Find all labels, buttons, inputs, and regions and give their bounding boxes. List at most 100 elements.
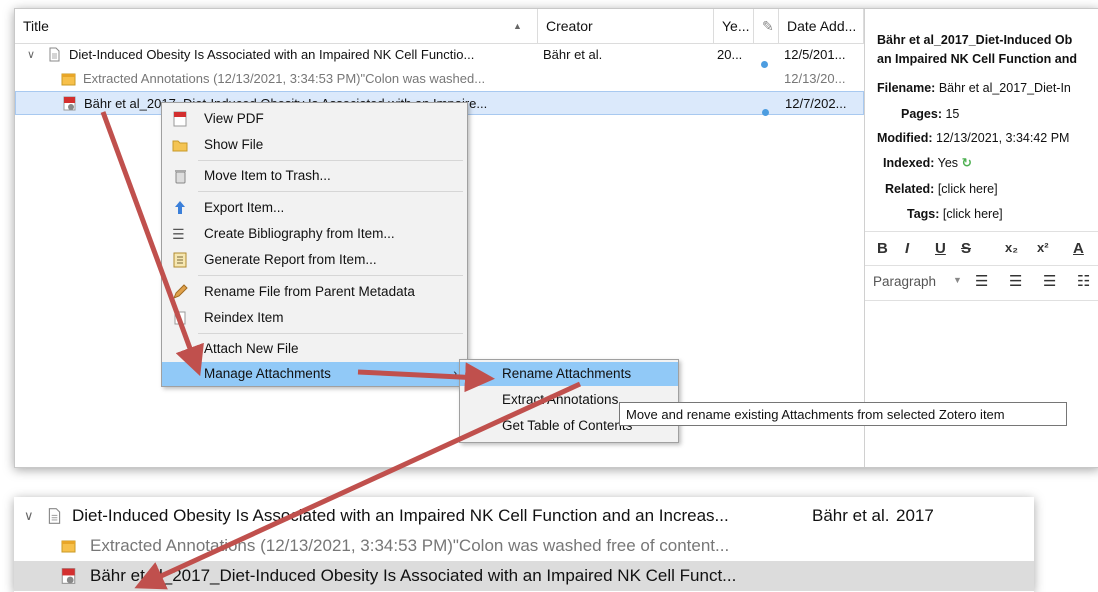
result-note-title: Extracted Annotations (12/13/2021, 3:34:… bbox=[90, 536, 730, 555]
export-arrow-icon bbox=[175, 201, 185, 214]
list-icon[interactable]: ☷ bbox=[1077, 272, 1090, 290]
items-header: Title ▲ Creator Ye... ✎ Date Add... bbox=[15, 9, 864, 44]
menu-item-create-bibliography[interactable]: ☰ Create Bibliography from Item... bbox=[162, 222, 467, 246]
table-row-parent[interactable]: ∨ Diet-Induced Obesity Is Associated wit… bbox=[15, 43, 864, 68]
column-title[interactable]: Title ▲ bbox=[15, 9, 538, 43]
superscript-icon[interactable]: x² bbox=[1037, 240, 1049, 255]
strikethrough-icon[interactable]: S bbox=[961, 240, 971, 257]
trash-icon bbox=[175, 170, 186, 184]
column-date-label: Date Add... bbox=[787, 18, 857, 34]
indexed-label: Indexed: bbox=[883, 156, 935, 170]
item-pane: Bähr et al_2017_Diet-Induced Ob an Impai… bbox=[864, 9, 1098, 467]
menu-item-export[interactable]: Export Item... bbox=[162, 196, 467, 220]
text-color-icon[interactable]: A bbox=[1073, 240, 1084, 257]
tags-link[interactable]: [click here] bbox=[943, 207, 1003, 221]
align-right-icon[interactable]: ☰ bbox=[1043, 272, 1056, 290]
result-parent-year: 2017 bbox=[896, 506, 934, 525]
menu-label: Rename File from Parent Metadata bbox=[204, 284, 415, 299]
pages-value: 15 bbox=[945, 107, 960, 121]
note-title: Extracted Annotations (12/13/2021, 3:34:… bbox=[83, 71, 486, 86]
reindex-icon[interactable]: ↻ bbox=[962, 156, 972, 170]
align-left-icon[interactable]: ☰ bbox=[975, 272, 988, 290]
filename-value[interactable]: Bähr et al_2017_Diet-In bbox=[939, 81, 1071, 95]
paragraph-select[interactable]: Paragraph bbox=[873, 274, 936, 289]
filename-field: Filename: Bähr et al_2017_Diet-In bbox=[877, 81, 1071, 95]
menu-item-view-pdf[interactable]: View PDF bbox=[162, 107, 467, 131]
underline-icon[interactable]: U bbox=[935, 240, 946, 257]
result-panel: ∨ Diet-Induced Obesity Is Associated wit… bbox=[14, 497, 1034, 592]
result-row-attachment[interactable]: Bähr et al_2017_Diet-Induced Obesity Is … bbox=[14, 561, 1034, 591]
document-icon bbox=[49, 47, 60, 62]
sort-ascending-icon: ▲ bbox=[513, 21, 522, 31]
menu-item-show-file[interactable]: Show File bbox=[162, 133, 467, 157]
menu-separator bbox=[198, 191, 463, 192]
parent-date: 12/5/201... bbox=[784, 47, 846, 62]
menu-label: Generate Report from Item... bbox=[204, 252, 377, 267]
note-icon bbox=[61, 540, 76, 553]
menu-label: Rename Attachments bbox=[502, 366, 632, 381]
pdf-attachment-icon bbox=[63, 96, 76, 111]
menu-label: Create Bibliography from Item... bbox=[204, 226, 395, 241]
paperclip-icon[interactable]: ✎ bbox=[754, 9, 779, 43]
column-creator-label: Creator bbox=[546, 18, 593, 34]
column-year[interactable]: Ye... bbox=[714, 9, 754, 43]
filename-label: Filename: bbox=[877, 81, 936, 95]
context-menu: View PDF Show File Move Item to Trash...… bbox=[161, 102, 468, 387]
manage-attachments-submenu: Rename Attachments Extract Annotations G… bbox=[459, 359, 679, 443]
parent-creator: Bähr et al. bbox=[543, 47, 603, 62]
indexed-field: Indexed: Yes ↻ bbox=[883, 155, 972, 170]
reindex-icon bbox=[174, 311, 186, 325]
document-icon bbox=[48, 508, 61, 524]
related-link[interactable]: [click here] bbox=[938, 182, 998, 196]
paragraph-toolbar: Paragraph ▼ ☰ ☰ ☰ ☷ bbox=[865, 265, 1098, 301]
result-row-note[interactable]: Extracted Annotations (12/13/2021, 3:34:… bbox=[14, 531, 1034, 561]
folder-icon bbox=[172, 140, 188, 152]
report-icon bbox=[173, 252, 187, 268]
rename-pencil-icon bbox=[173, 284, 188, 299]
menu-label: Attach New File bbox=[204, 341, 299, 356]
menu-item-generate-report[interactable]: Generate Report from Item... bbox=[162, 248, 467, 272]
item-pane-title-2: an Impaired NK Cell Function and bbox=[877, 52, 1078, 66]
note-date: 12/13/20... bbox=[784, 71, 846, 86]
result-row-parent[interactable]: ∨ Diet-Induced Obesity Is Associated wit… bbox=[14, 501, 1034, 531]
tags-field: Tags: [click here] bbox=[907, 207, 1003, 221]
menu-label: Manage Attachments bbox=[204, 366, 331, 381]
italic-icon[interactable]: I bbox=[905, 240, 909, 257]
menu-item-move-to-trash[interactable]: Move Item to Trash... bbox=[162, 164, 467, 188]
pdf-icon bbox=[173, 111, 187, 127]
align-center-icon[interactable]: ☰ bbox=[1009, 272, 1022, 290]
column-creator[interactable]: Creator bbox=[538, 9, 714, 43]
menu-label: Show File bbox=[204, 137, 264, 152]
format-toolbar: B I U S x₂ x² A bbox=[865, 231, 1098, 266]
result-parent-creator: Bähr et al. bbox=[812, 506, 890, 525]
tags-label: Tags: bbox=[907, 207, 940, 221]
table-row-note[interactable]: Extracted Annotations (12/13/2021, 3:34:… bbox=[15, 67, 864, 91]
chevron-down-icon[interactable]: ∨ bbox=[24, 501, 34, 531]
pages-label: Pages: bbox=[901, 107, 942, 121]
submenu-item-rename-attachments[interactable]: Rename Attachments bbox=[460, 362, 678, 386]
menu-item-manage-attachments[interactable]: Manage Attachments › bbox=[162, 362, 467, 386]
menu-label: Move Item to Trash... bbox=[204, 168, 331, 183]
result-attachment-title: Bähr et al_2017_Diet-Induced Obesity Is … bbox=[90, 566, 737, 585]
menu-label: Get Table of Contents bbox=[502, 418, 633, 433]
chevron-down-icon[interactable]: ∨ bbox=[27, 43, 35, 67]
menu-item-rename-file[interactable]: Rename File from Parent Metadata bbox=[162, 280, 467, 304]
item-pane-title: Bähr et al_2017_Diet-Induced Ob bbox=[877, 33, 1073, 47]
pdf-attachment-icon bbox=[61, 568, 76, 584]
menu-item-reindex[interactable]: Reindex Item bbox=[162, 306, 467, 330]
menu-label: Extract Annotations bbox=[502, 392, 619, 407]
attachment-dot-icon bbox=[762, 100, 769, 124]
dropdown-arrow-icon[interactable]: ▼ bbox=[953, 275, 962, 285]
column-title-label: Title bbox=[23, 18, 49, 34]
menu-separator bbox=[198, 275, 463, 276]
bold-icon[interactable]: B bbox=[877, 240, 888, 257]
submenu-arrow-icon: › bbox=[453, 368, 457, 380]
parent-title: Diet-Induced Obesity Is Associated with … bbox=[69, 47, 475, 62]
tooltip: Move and rename existing Attachments fro… bbox=[619, 402, 1067, 426]
attachment-date: 12/7/202... bbox=[785, 96, 847, 111]
modified-field: Modified: 12/13/2021, 3:34:42 PM bbox=[877, 131, 1069, 145]
column-date-added[interactable]: Date Add... bbox=[779, 9, 864, 43]
menu-item-attach-new-file[interactable]: Attach New File bbox=[162, 337, 467, 361]
subscript-icon[interactable]: x₂ bbox=[1005, 240, 1018, 255]
bibliography-icon: ☰ bbox=[172, 226, 185, 242]
